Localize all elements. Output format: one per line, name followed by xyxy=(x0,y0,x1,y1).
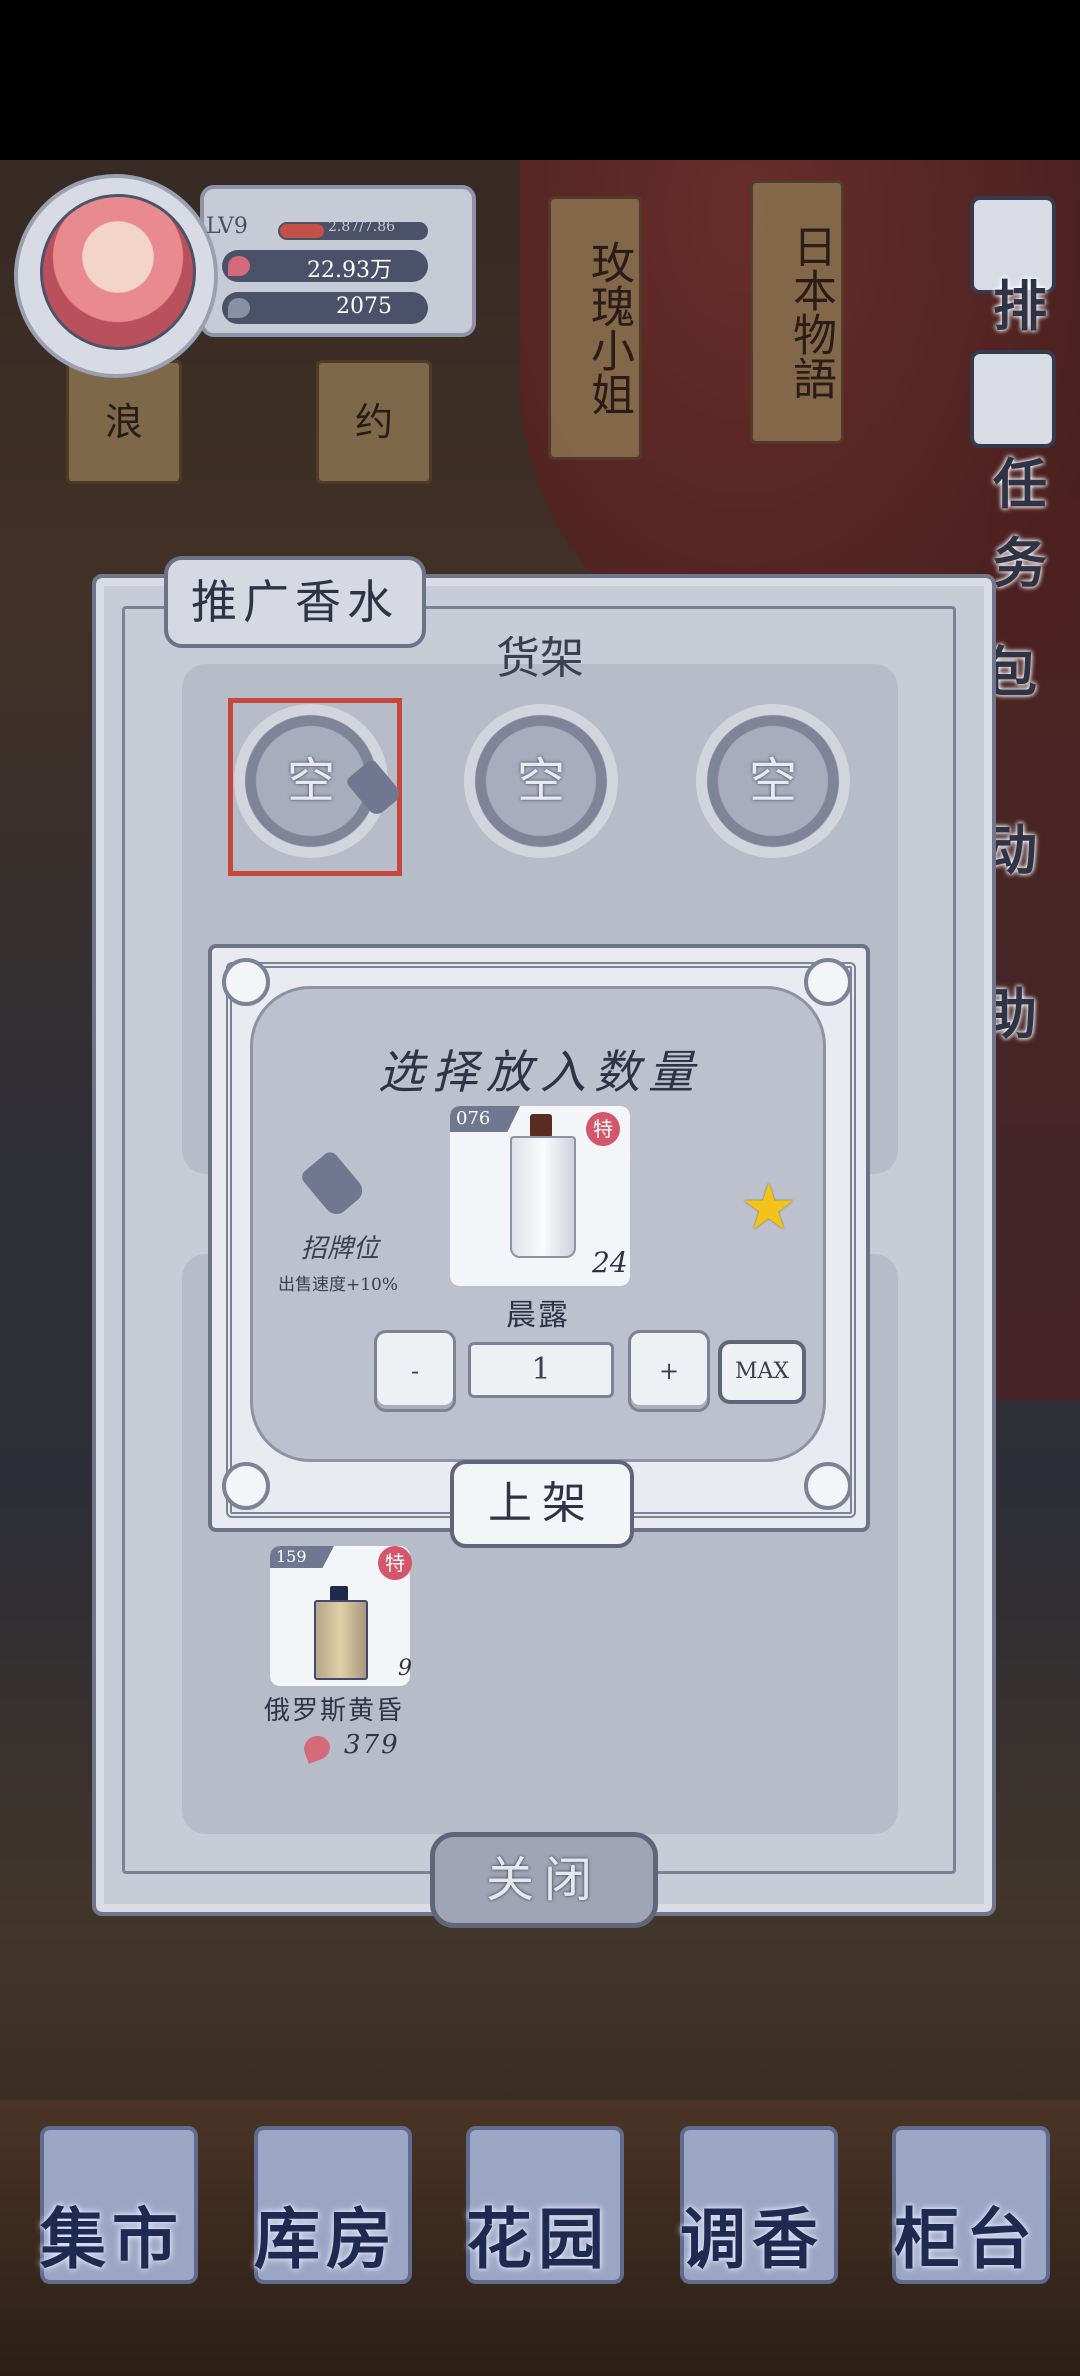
petal-icon xyxy=(228,256,250,276)
nav-market[interactable]: 集市 xyxy=(22,2186,202,2282)
promo-slot-label: 招牌位 xyxy=(300,1234,379,1264)
shelf-slot-2[interactable]: 空 xyxy=(464,704,618,858)
nav-warehouse[interactable]: 库房 xyxy=(236,2186,416,2282)
item-count: 24 xyxy=(592,1246,628,1279)
close-button[interactable]: 关闭 xyxy=(430,1832,658,1928)
special-badge: 特 xyxy=(378,1546,412,1580)
item-count: 9 xyxy=(398,1656,412,1681)
put-on-shelf-button[interactable]: 上架 xyxy=(450,1460,634,1548)
dialog-corner-ornament xyxy=(222,1462,270,1510)
shelf-slot-2-label: 空 xyxy=(516,753,565,809)
dialog-corner-ornament xyxy=(804,1462,852,1510)
increase-button[interactable]: + xyxy=(628,1330,710,1412)
shelf-slot-3[interactable]: 空 xyxy=(696,704,850,858)
task-button[interactable]: 任务 xyxy=(970,440,1070,598)
nav-counter[interactable]: 柜台 xyxy=(876,2186,1056,2282)
special-badge: 特 xyxy=(586,1112,620,1146)
panel-title: 推广香水 xyxy=(164,556,426,648)
item-id-tag: 076 xyxy=(450,1106,520,1132)
quantity-input[interactable]: 1 xyxy=(468,1342,614,1398)
exp-text: 2.87/7.86 xyxy=(328,219,396,235)
currency-row-1: 22.93万 xyxy=(222,250,428,283)
avatar[interactable] xyxy=(40,194,196,350)
item-name: 晨露 xyxy=(506,1298,570,1333)
currency-1-value: 22.93万 xyxy=(307,258,392,283)
perfume-bottle-image xyxy=(314,1600,368,1680)
dialog-title: 选择放入数量 xyxy=(378,1045,702,1099)
nav-blend[interactable]: 调香 xyxy=(662,2186,842,2282)
item-id-tag: 159 xyxy=(270,1546,334,1568)
task-icon[interactable] xyxy=(970,350,1056,448)
shelf-label: 货架 xyxy=(496,633,584,684)
nav-garden[interactable]: 花园 xyxy=(448,2186,628,2282)
dialog-corner-ornament xyxy=(222,958,270,1006)
currency-row-2: 2075 xyxy=(222,292,428,324)
currency-2-value: 2075 xyxy=(336,294,392,319)
shelf-slot-3-label: 空 xyxy=(748,753,797,809)
max-button[interactable]: MAX xyxy=(718,1340,806,1404)
dialog-corner-ornament xyxy=(804,958,852,1006)
promo-slot-desc: 出售速度+10% xyxy=(277,1275,399,1295)
perfume-bottle-image xyxy=(510,1136,576,1258)
item-price: 379 xyxy=(344,1730,400,1760)
decrease-button[interactable]: - xyxy=(374,1330,456,1412)
leaf-icon xyxy=(228,298,250,318)
exp-bar-fill xyxy=(280,224,324,238)
perfume-bottle-cap xyxy=(530,1114,552,1138)
item-name: 俄罗斯黄昏 xyxy=(264,1696,405,1726)
player-level: LV9 xyxy=(206,214,248,239)
star-icon[interactable]: ★ xyxy=(740,1176,797,1240)
